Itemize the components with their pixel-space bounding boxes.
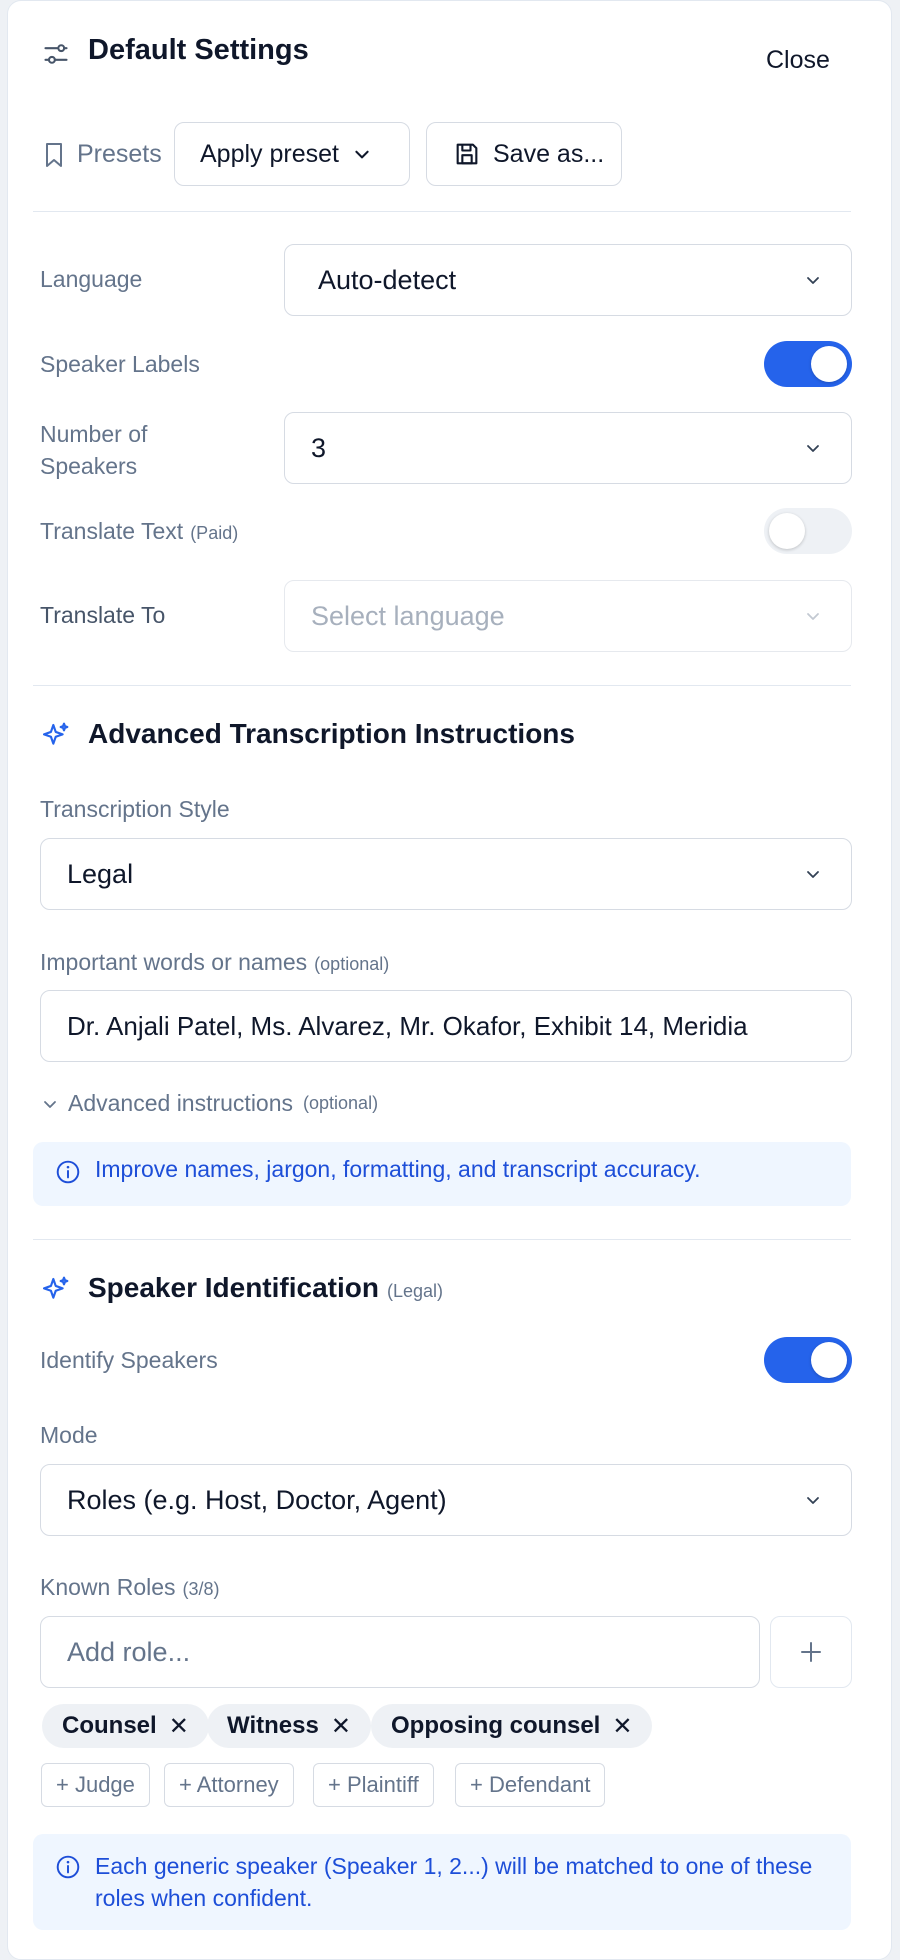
- role-chip: Witness ✕: [207, 1704, 371, 1748]
- chevron-down-icon: [807, 613, 819, 620]
- save-as-label: Save as...: [493, 139, 605, 168]
- advanced-section-title: Advanced Transcription Instructions: [88, 718, 575, 750]
- sparkles-icon: [42, 1276, 69, 1299]
- role-chip-label: Opposing counsel: [391, 1712, 601, 1739]
- transcription-style-value: Legal: [67, 858, 134, 889]
- bookmark-icon: [46, 143, 62, 167]
- translate-to-label: Translate To: [40, 602, 166, 628]
- plus-icon: [801, 1642, 821, 1662]
- number-of-speakers-label-line1: Number of: [40, 421, 148, 447]
- toggle-knob: [811, 346, 847, 382]
- add-role-input[interactable]: Add role...: [40, 1616, 760, 1688]
- translate-text-name: Translate Text: [40, 518, 184, 544]
- optional-tag: (optional): [314, 954, 390, 974]
- toggle-knob: [769, 513, 805, 549]
- advanced-instructions-label: Advanced instructions: [68, 1090, 294, 1116]
- role-suggestion-defendant[interactable]: + Defendant: [455, 1763, 606, 1807]
- language-select[interactable]: Auto-detect: [284, 244, 852, 316]
- save-as-button[interactable]: Save as...: [426, 122, 622, 186]
- speaker-labels-toggle[interactable]: [764, 341, 852, 387]
- role-chip: Opposing counsel ✕: [371, 1704, 653, 1748]
- info-icon: [56, 1160, 80, 1184]
- number-of-speakers-label-line2: Speakers: [40, 453, 138, 479]
- add-role-button[interactable]: [770, 1616, 852, 1688]
- chevron-down-icon: [807, 277, 819, 284]
- number-of-speakers-value: 3: [311, 432, 327, 463]
- role-suggestion-attorney[interactable]: + Attorney: [164, 1763, 294, 1807]
- important-words-label: Important words or names (optional): [40, 949, 389, 976]
- chevron-down-icon: [807, 1497, 819, 1504]
- toggle-knob: [811, 1342, 847, 1378]
- transcription-style-label: Transcription Style: [40, 796, 230, 822]
- translate-text-label: Translate Text (Paid): [40, 518, 238, 545]
- chevron-down-icon: [807, 871, 819, 878]
- role-chip-label: Counsel: [62, 1712, 157, 1739]
- speaker-labels-label: Speaker Labels: [40, 351, 200, 377]
- speaker-identification-title-text: Speaker Identification: [88, 1272, 379, 1303]
- role-chip-label: Witness: [227, 1712, 319, 1739]
- language-label: Language: [40, 266, 143, 292]
- divider: [33, 685, 851, 686]
- mode-value: Roles (e.g. Host, Doctor, Agent): [67, 1484, 447, 1515]
- add-role-placeholder: Add role...: [67, 1636, 191, 1667]
- optional-tag: (optional): [303, 1093, 379, 1113]
- mode-select[interactable]: Roles (e.g. Host, Doctor, Agent): [40, 1464, 852, 1536]
- translate-to-select[interactable]: Select language: [284, 580, 852, 652]
- role-suggestion-judge[interactable]: + Judge: [41, 1763, 150, 1807]
- apply-preset-label: Apply preset: [200, 139, 339, 168]
- role-chip: Counsel ✕: [42, 1704, 209, 1748]
- speaker-identification-title: Speaker Identification (Legal): [88, 1272, 443, 1304]
- paid-tag: (Paid): [190, 523, 239, 543]
- mode-label: Mode: [40, 1422, 98, 1448]
- translate-text-toggle[interactable]: [764, 508, 852, 554]
- chevron-down-icon: [355, 150, 369, 159]
- language-value: Auto-detect: [318, 264, 457, 295]
- number-of-speakers-label: Number of Speakers: [40, 418, 147, 482]
- number-of-speakers-select[interactable]: 3: [284, 412, 852, 484]
- close-icon[interactable]: ✕: [612, 1712, 632, 1741]
- identify-speakers-toggle[interactable]: [764, 1337, 852, 1383]
- known-roles-name: Known Roles: [40, 1574, 176, 1600]
- speaker-info-text: Each generic speaker (Speaker 1, 2...) w…: [95, 1853, 813, 1911]
- roles-count: (3/8): [182, 1579, 220, 1599]
- divider: [33, 1239, 851, 1240]
- close-button[interactable]: Close: [766, 46, 830, 75]
- transcription-style-select[interactable]: Legal: [40, 838, 852, 910]
- important-words-name: Important words or names: [40, 949, 308, 975]
- divider: [33, 211, 851, 212]
- close-icon[interactable]: ✕: [331, 1712, 351, 1741]
- advanced-info-text: Improve names, jargon, formatting, and t…: [95, 1156, 701, 1182]
- speaker-info-banner: Each generic speaker (Speaker 1, 2...) w…: [33, 1834, 851, 1930]
- page-title: Default Settings: [88, 34, 309, 66]
- chevron-down-icon: [44, 1100, 56, 1108]
- close-icon[interactable]: ✕: [169, 1712, 189, 1741]
- legal-tag: (Legal): [386, 1281, 443, 1301]
- role-suggestion-plaintiff[interactable]: + Plaintiff: [313, 1763, 434, 1807]
- known-roles-label: Known Roles (3/8): [40, 1574, 220, 1601]
- info-icon: [56, 1855, 80, 1879]
- sliders-icon: [44, 44, 68, 64]
- advanced-title-text: Advanced Transcription Instructions: [88, 718, 575, 749]
- advanced-info-banner: Improve names, jargon, formatting, and t…: [33, 1142, 851, 1206]
- sparkles-icon: [42, 722, 69, 745]
- apply-preset-button[interactable]: Apply preset: [174, 122, 410, 186]
- save-icon: [456, 143, 478, 165]
- presets-label: Presets: [77, 140, 162, 168]
- translate-to-placeholder: Select language: [311, 600, 505, 631]
- identify-speakers-label: Identify Speakers: [40, 1347, 218, 1373]
- advanced-instructions-toggle[interactable]: Advanced instructions (optional): [42, 1090, 378, 1117]
- chevron-down-icon: [807, 445, 819, 452]
- important-words-input[interactable]: Dr. Anjali Patel, Ms. Alvarez, Mr. Okafo…: [40, 990, 852, 1062]
- important-words-value: Dr. Anjali Patel, Ms. Alvarez, Mr. Okafo…: [67, 1010, 748, 1041]
